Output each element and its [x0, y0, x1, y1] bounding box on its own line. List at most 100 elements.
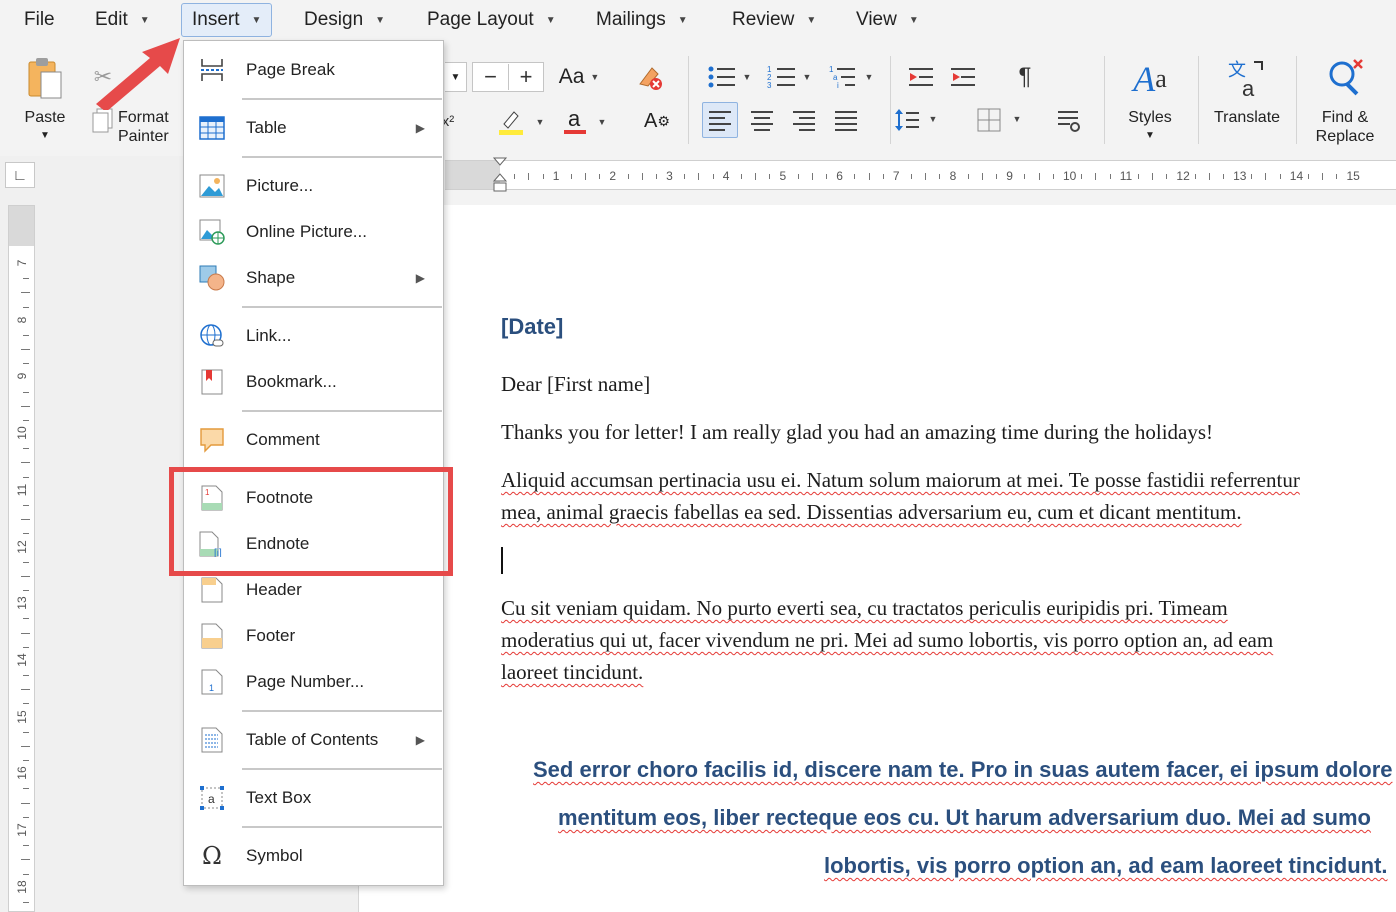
date-placeholder[interactable]: [Date] — [501, 314, 563, 340]
translate-icon[interactable]: 文a — [1224, 56, 1268, 102]
menu-edit-label: Edit — [95, 9, 128, 30]
greeting-line[interactable]: Dear [First name] — [501, 372, 650, 397]
menu-item-text-box[interactable]: a Text Box — [184, 776, 443, 820]
vertical-ruler[interactable]: 7 8 9 10 11 12 13 14 15 16 17 18 — [8, 205, 35, 912]
font-size-stepper[interactable]: − + — [472, 62, 544, 92]
chevron-down-icon[interactable]: ▼ — [1010, 112, 1024, 126]
styles-label[interactable]: Styles — [1120, 108, 1180, 127]
ruler-tick — [23, 845, 29, 847]
find-replace-label-line2[interactable]: Replace — [1304, 127, 1386, 146]
increase-font-icon[interactable]: + — [507, 64, 543, 90]
menu-file[interactable]: File — [14, 3, 65, 37]
ruler-tick — [23, 788, 29, 790]
ruler-number: 13 — [15, 596, 29, 610]
ruler-tick — [769, 174, 771, 179]
find-replace-icon[interactable] — [1322, 56, 1368, 102]
menu-mailings[interactable]: Mailings ▼ — [586, 3, 698, 37]
superscript-button[interactable]: x² — [442, 104, 465, 138]
menu-item-footer[interactable]: Footer — [184, 614, 443, 658]
chevron-down-icon[interactable]: ▼ — [22, 126, 68, 145]
increase-indent-icon[interactable] — [946, 62, 980, 92]
menu-item-online-picture[interactable]: Online Picture... — [184, 210, 443, 254]
menu-item-link[interactable]: Link... — [184, 314, 443, 358]
menu-insert[interactable]: Insert ▼ — [181, 3, 273, 37]
format-painter-label-line2[interactable]: Painter — [118, 127, 188, 146]
chevron-down-icon[interactable]: ▼ — [532, 114, 548, 130]
menu-item-table-of-contents[interactable]: Table of Contents ▶ — [184, 718, 443, 762]
chevron-down-icon[interactable]: ▼ — [1120, 126, 1180, 145]
ruler-number: 14 — [1289, 169, 1304, 183]
justify-icon[interactable] — [828, 102, 864, 138]
menu-item-label: Header — [246, 580, 302, 599]
align-right-icon[interactable] — [786, 102, 822, 138]
ruler-tick — [755, 173, 757, 180]
styles-icon[interactable]: Aa — [1124, 56, 1176, 102]
change-case-button[interactable]: Aa ▼ — [553, 62, 605, 92]
paragraph-line[interactable]: Cu sit veniam quidam. No purto everti se… — [501, 596, 1228, 621]
align-center-icon[interactable] — [744, 102, 780, 138]
chevron-right-icon: ▶ — [415, 121, 425, 135]
menu-item-symbol[interactable]: Ω Symbol — [184, 834, 443, 878]
menu-item-table[interactable]: Table ▶ — [184, 106, 443, 150]
decrease-font-icon[interactable]: − — [473, 64, 508, 90]
paragraph-line[interactable]: laoreet tincidunt. — [501, 660, 643, 685]
pilcrow-glyph: ¶ — [1018, 63, 1032, 90]
format-painter-label-line1[interactable]: Format — [118, 108, 188, 127]
menu-item-shape[interactable]: Shape ▶ — [184, 256, 443, 300]
quote-line[interactable]: Sed error choro facilis id, discere nam … — [533, 757, 1393, 783]
chevron-down-icon[interactable]: ▼ — [800, 70, 814, 84]
quote-line[interactable]: lobortis, vis porro option an, ad eam la… — [824, 853, 1388, 879]
chevron-right-icon: ▶ — [415, 271, 425, 285]
menu-item-page-break[interactable]: Page Break — [184, 48, 443, 92]
clear-formatting-icon[interactable] — [632, 60, 666, 94]
translate-label[interactable]: Translate — [1208, 108, 1286, 127]
ruler-tick — [967, 174, 969, 179]
menu-view[interactable]: View ▼ — [846, 3, 929, 37]
quote-line[interactable]: mentitum eos, liber recteque eos cu. Ut … — [558, 805, 1371, 831]
align-left-icon[interactable] — [702, 102, 738, 138]
highlight-icon[interactable] — [494, 104, 528, 138]
menu-separator — [242, 710, 442, 712]
chevron-down-icon[interactable]: ▼ — [594, 114, 610, 130]
bullet-list-icon[interactable] — [704, 62, 740, 92]
body-line[interactable]: Thanks you for letter! I am really glad … — [501, 420, 1213, 445]
menu-item-label: Shape — [246, 268, 296, 287]
paragraph-settings-icon[interactable] — [1052, 102, 1086, 138]
numbered-list-icon[interactable]: 123 — [764, 62, 800, 92]
menu-review[interactable]: Review ▼ — [722, 3, 826, 37]
ruler-number: 15 — [15, 709, 29, 724]
pilcrow-icon[interactable]: ¶ — [1008, 60, 1042, 94]
borders-icon[interactable] — [972, 102, 1006, 138]
chevron-down-icon[interactable]: ▼ — [862, 70, 876, 84]
chevron-down-icon: ▼ — [251, 14, 262, 26]
paragraph-line[interactable]: moderatius qui ut, facer vivendum ne pri… — [501, 628, 1273, 653]
horizontal-ruler[interactable]: 1 2 3 4 5 6 7 8 9 10 11 12 13 14 15 — [445, 157, 1396, 192]
ruler-tick — [23, 873, 29, 875]
menu-item-page-number[interactable]: 1 Page Number... — [184, 660, 443, 704]
copy-icon[interactable] — [90, 106, 116, 134]
character-style-icon[interactable]: A ⚙ — [640, 104, 674, 138]
line-spacing-icon[interactable] — [892, 102, 922, 138]
menu-separator — [242, 98, 442, 100]
ruler-tick — [854, 174, 856, 179]
chevron-down-icon[interactable]: ▼ — [926, 112, 940, 126]
chevron-down-icon: ▼ — [375, 14, 386, 26]
font-size-dropdown[interactable]: ▼ — [445, 62, 467, 92]
indent-marker-icon[interactable] — [493, 157, 507, 195]
ruler-tick — [712, 174, 714, 179]
paragraph-line[interactable]: Aliquid accumsan pertinacia usu ei. Natu… — [501, 468, 1300, 493]
menu-item-bookmark[interactable]: Bookmark... — [184, 360, 443, 404]
font-color-icon[interactable]: a — [558, 104, 592, 138]
menu-design[interactable]: Design ▼ — [294, 3, 395, 37]
menu-item-picture[interactable]: Picture... — [184, 164, 443, 208]
tab-stop-selector[interactable]: ∟ — [5, 162, 35, 188]
menu-page-layout[interactable]: Page Layout ▼ — [417, 3, 566, 37]
paste-button[interactable] — [22, 56, 68, 102]
ruler-tick — [528, 173, 530, 180]
paragraph-line[interactable]: mea, animal graecis fabellas ea sed. Dis… — [501, 500, 1242, 525]
find-replace-label-line1[interactable]: Find & — [1304, 108, 1386, 127]
multilevel-list-icon[interactable]: 1ai — [826, 62, 862, 92]
menu-item-comment[interactable]: Comment — [184, 418, 443, 462]
decrease-indent-icon[interactable] — [904, 62, 938, 92]
chevron-down-icon[interactable]: ▼ — [740, 70, 754, 84]
